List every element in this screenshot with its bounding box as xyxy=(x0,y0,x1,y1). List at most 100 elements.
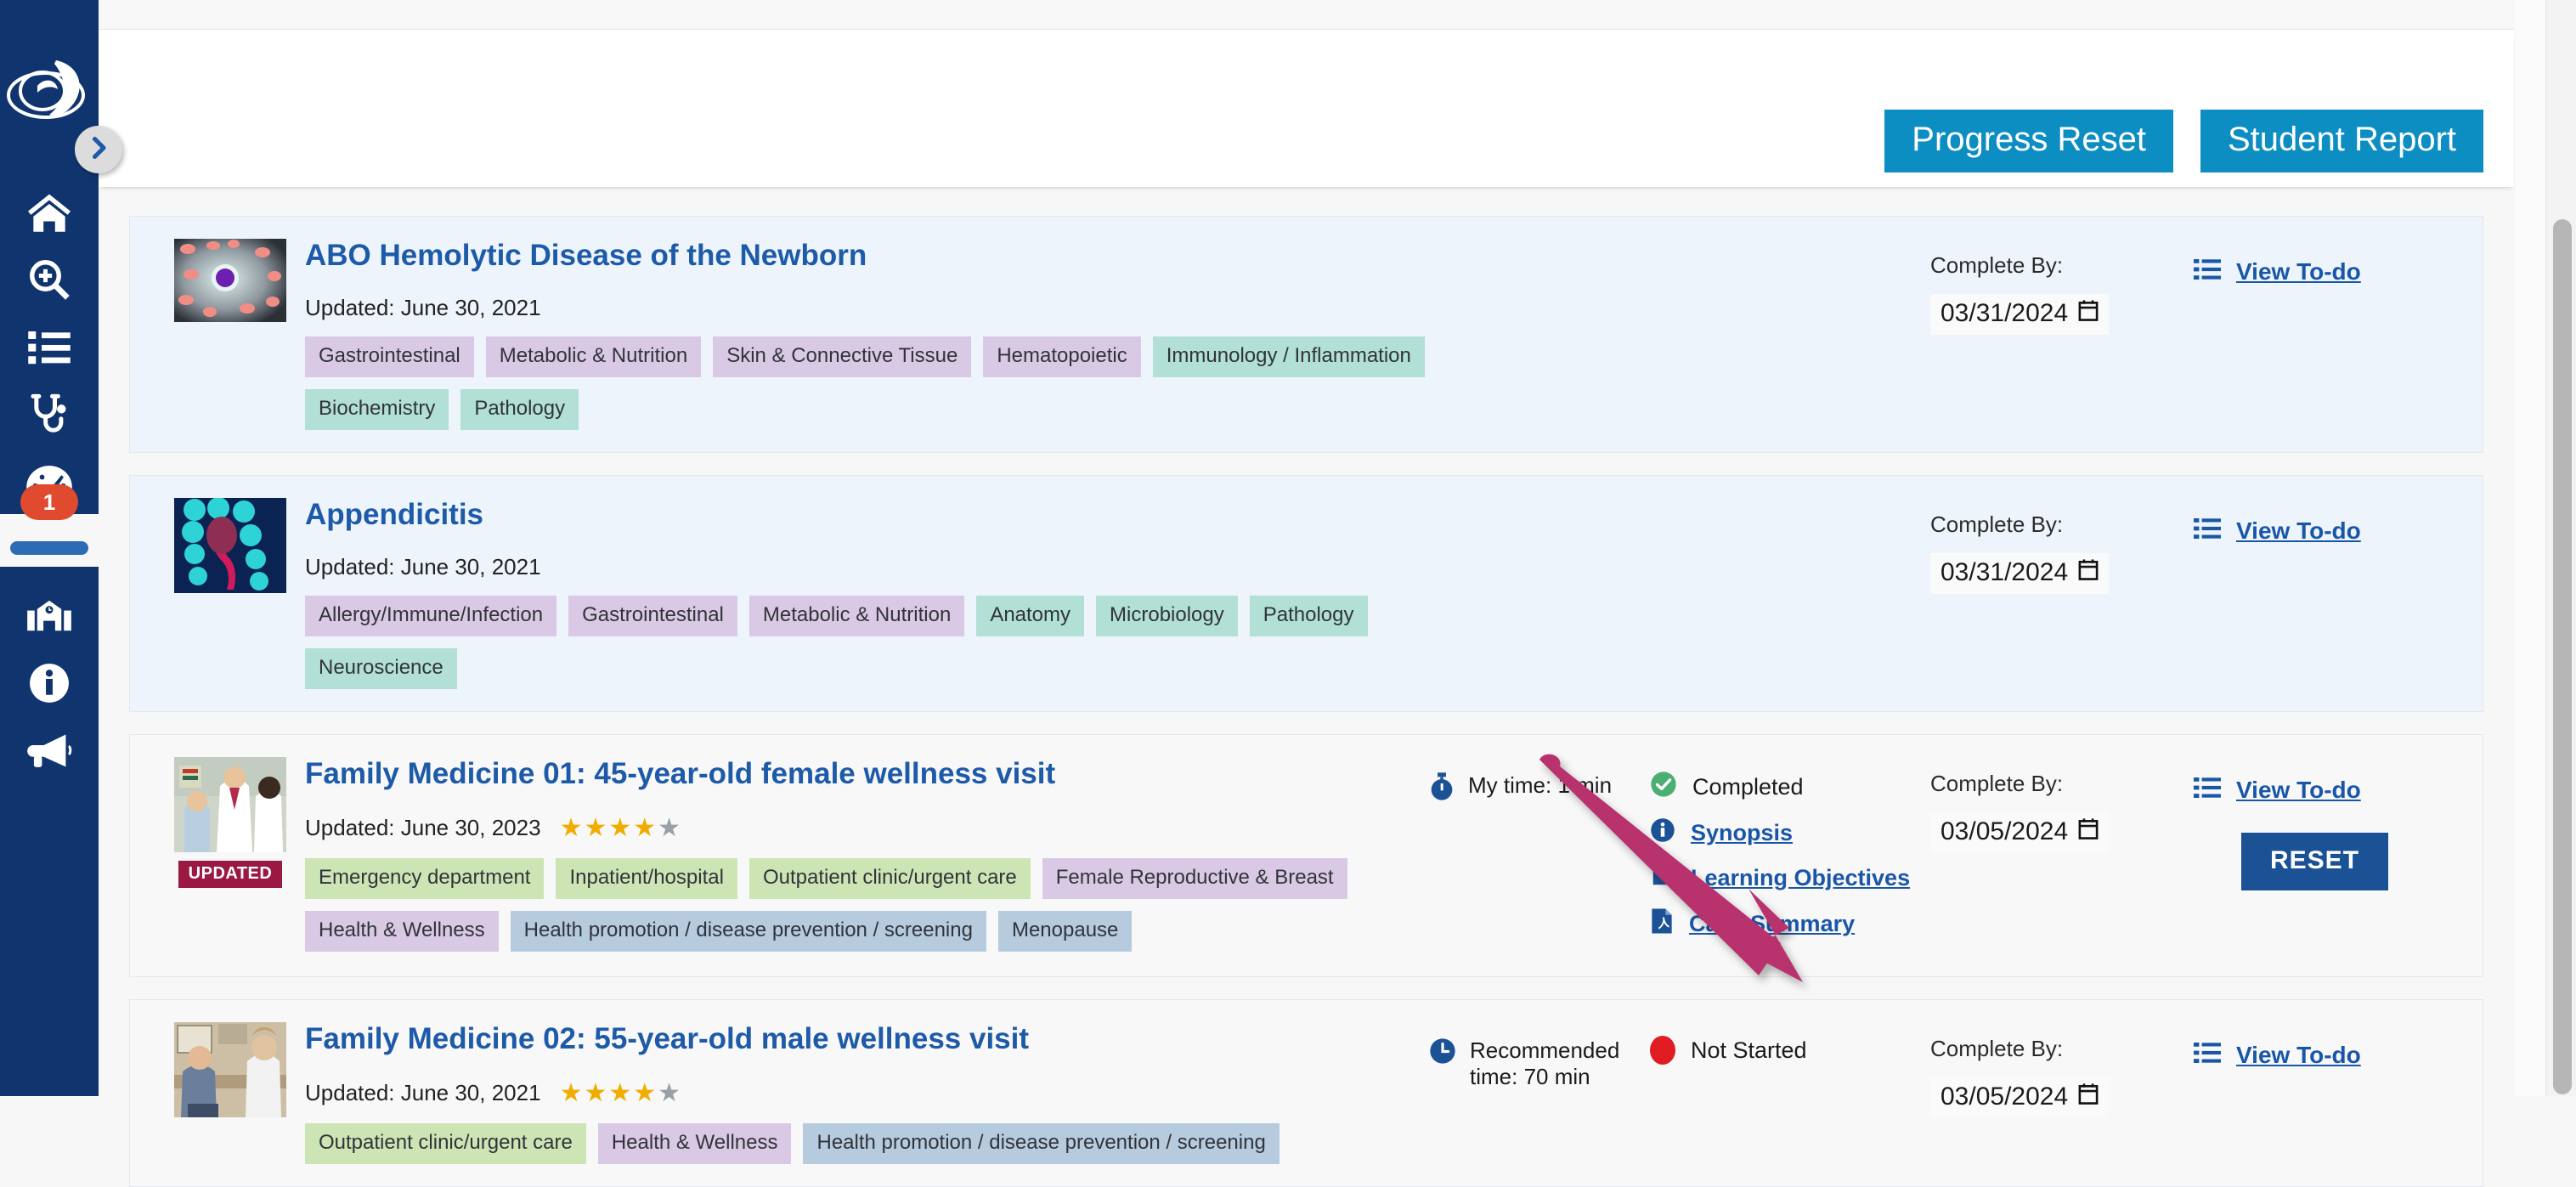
scrollbar-thumb[interactable] xyxy=(2553,219,2572,1094)
case-card[interactable]: ABO Hemolytic Disease of the Newborn Upd… xyxy=(129,216,2483,453)
case-tag[interactable]: Biochemistry xyxy=(305,389,449,430)
home-icon xyxy=(25,191,73,234)
case-thumbnail[interactable] xyxy=(174,498,286,593)
case-tag[interactable]: Metabolic & Nutrition xyxy=(749,596,964,636)
puzzle-icon xyxy=(1650,862,1675,894)
sidebar-item-institution[interactable] xyxy=(0,582,99,649)
case-title-link[interactable]: ABO Hemolytic Disease of the Newborn xyxy=(305,239,867,273)
case-title-link[interactable]: Appendicitis xyxy=(305,498,483,532)
case-card[interactable]: UPDATED Family Medicine 01: 45-year-old … xyxy=(129,734,2483,977)
page-scrollbar[interactable] xyxy=(2545,0,2576,1096)
case-status-col xyxy=(1650,498,1930,512)
case-tag-group: Gastrointestinal Metabolic & Nutrition S… xyxy=(305,336,1429,430)
status-badge: Completed xyxy=(1650,771,1930,804)
due-date-input[interactable]: 03/05/2024 xyxy=(1930,812,2109,853)
page-toolbar: Progress Reset Student Report xyxy=(99,30,2514,187)
due-date-input[interactable]: 03/31/2024 xyxy=(1930,294,2109,335)
case-tag[interactable]: Anatomy xyxy=(976,596,1084,636)
search-plus-icon xyxy=(26,257,72,302)
case-card[interactable]: Family Medicine 02: 55-year-old male wel… xyxy=(129,999,2483,1187)
due-date-input[interactable]: 03/05/2024 xyxy=(1930,1077,2109,1118)
case-tag[interactable]: Gastrointestinal xyxy=(305,336,474,377)
stopwatch-icon xyxy=(1429,772,1455,807)
case-thumb-col xyxy=(159,1022,302,1117)
inner-scroll-track[interactable] xyxy=(2515,0,2545,1096)
sidebar-item-dashboard[interactable]: 1 xyxy=(0,447,99,514)
case-tag[interactable]: Outpatient clinic/urgent care xyxy=(305,1123,586,1164)
case-tag[interactable]: Menopause xyxy=(998,911,1132,952)
case-updated-date: Updated: June 30, 2021 xyxy=(305,554,541,580)
case-tag[interactable]: Skin & Connective Tissue xyxy=(713,336,971,377)
case-tag[interactable]: Allergy/Immune/Infection xyxy=(305,596,556,636)
case-star-rating[interactable]: ★★★★★ xyxy=(560,1078,682,1108)
case-time-col: Recommended time: 70 min xyxy=(1429,1022,1650,1090)
sidebar-item-home[interactable] xyxy=(0,178,99,246)
toolbar-actions: Progress Reset Student Report xyxy=(1884,110,2483,172)
case-tag[interactable]: Metabolic & Nutrition xyxy=(486,336,701,377)
case-tag[interactable]: Emergency department xyxy=(305,858,544,899)
learning-objectives-link[interactable]: Learning Objectives xyxy=(1691,865,1910,891)
case-thumbnail[interactable] xyxy=(174,1022,286,1117)
synopsis-row[interactable]: Synopsis xyxy=(1650,817,1930,849)
todo-list-icon xyxy=(2194,517,2221,545)
case-meta-row: Updated: June 30, 2021 xyxy=(305,295,1429,321)
case-meta-row: Updated: June 30, 2021 xyxy=(305,554,1429,580)
case-todo-col: View To-do xyxy=(2194,1022,2483,1069)
view-todo-link[interactable]: View To-do xyxy=(2194,1041,2361,1069)
sidebar-item-search[interactable] xyxy=(0,246,99,313)
case-tag[interactable]: Health promotion / disease prevention / … xyxy=(511,911,986,952)
view-todo-label: View To-do xyxy=(2236,258,2361,285)
case-todo-col: View To-do xyxy=(2194,498,2483,545)
case-tag[interactable]: Inpatient/hospital xyxy=(556,858,737,899)
calendar-icon xyxy=(2078,1082,2099,1111)
view-todo-label: View To-do xyxy=(2236,1042,2361,1069)
case-tag[interactable]: Hematopoietic xyxy=(983,336,1140,377)
reset-button[interactable]: RESET xyxy=(2241,833,2388,890)
case-tag[interactable]: Gastrointestinal xyxy=(568,596,737,636)
case-tag[interactable]: Outpatient clinic/urgent care xyxy=(749,858,1031,899)
view-todo-link[interactable]: View To-do xyxy=(2194,517,2361,545)
synopsis-link[interactable]: Synopsis xyxy=(1691,820,1793,846)
case-tag[interactable]: Microbiology xyxy=(1096,596,1238,636)
case-updated-date: Updated: June 30, 2021 xyxy=(305,1080,541,1106)
sidebar-item-announcements[interactable] xyxy=(0,716,99,783)
sidebar-item-cases[interactable] xyxy=(0,313,99,380)
case-tag[interactable]: Health & Wellness xyxy=(598,1123,792,1164)
view-todo-label: View To-do xyxy=(2236,517,2361,545)
view-todo-link[interactable]: View To-do xyxy=(2194,776,2361,804)
case-summary-row[interactable]: Case Summary xyxy=(1650,907,1930,941)
sidebar-nav-secondary xyxy=(0,582,99,783)
case-star-rating[interactable]: ★★★★★ xyxy=(560,813,682,843)
case-updated-date: Updated: June 30, 2023 xyxy=(305,815,541,841)
case-thumbnail[interactable] xyxy=(174,757,286,852)
learning-objectives-row[interactable]: Learning Objectives xyxy=(1650,862,1930,894)
status-badge: Not Started xyxy=(1650,1036,1930,1065)
sidebar-collapse-toggle[interactable] xyxy=(75,126,122,173)
case-title-link[interactable]: Family Medicine 02: 55-year-old male wel… xyxy=(305,1022,1029,1056)
case-tag[interactable]: Pathology xyxy=(460,389,579,430)
list-icon xyxy=(26,327,72,366)
sidebar-item-info[interactable] xyxy=(0,649,99,716)
case-time-col xyxy=(1429,239,1650,254)
student-report-button[interactable]: Student Report xyxy=(2200,110,2483,172)
my-time-text: My time: 1 min xyxy=(1468,772,1612,799)
case-thumbnail[interactable] xyxy=(174,239,286,322)
view-todo-link[interactable]: View To-do xyxy=(2194,257,2361,285)
view-todo-label: View To-do xyxy=(2236,777,2361,804)
case-due-col: Complete By: 03/05/2024 xyxy=(1930,757,2194,853)
case-title-link[interactable]: Family Medicine 01: 45-year-old female w… xyxy=(305,757,1055,791)
case-tag[interactable]: Neuroscience xyxy=(305,648,457,689)
sidebar-item-clinical[interactable] xyxy=(0,380,99,447)
due-date-input[interactable]: 03/31/2024 xyxy=(1930,553,2109,594)
case-tag[interactable]: Pathology xyxy=(1250,596,1368,636)
updated-badge: UPDATED xyxy=(178,861,283,888)
case-tag[interactable]: Health promotion / disease prevention / … xyxy=(803,1123,1279,1164)
case-tag[interactable]: Health & Wellness xyxy=(305,911,499,952)
case-summary-link[interactable]: Case Summary xyxy=(1689,911,1855,937)
progress-reset-button[interactable]: Progress Reset xyxy=(1884,110,2173,172)
case-thumb-col: UPDATED xyxy=(159,757,302,888)
case-tag[interactable]: Female Reproductive & Breast xyxy=(1042,858,1347,899)
due-date-value: 03/31/2024 xyxy=(1940,558,2068,587)
case-card[interactable]: Appendicitis Updated: June 30, 2021 Alle… xyxy=(129,475,2483,712)
case-tag[interactable]: Immunology / Inflammation xyxy=(1153,336,1425,377)
